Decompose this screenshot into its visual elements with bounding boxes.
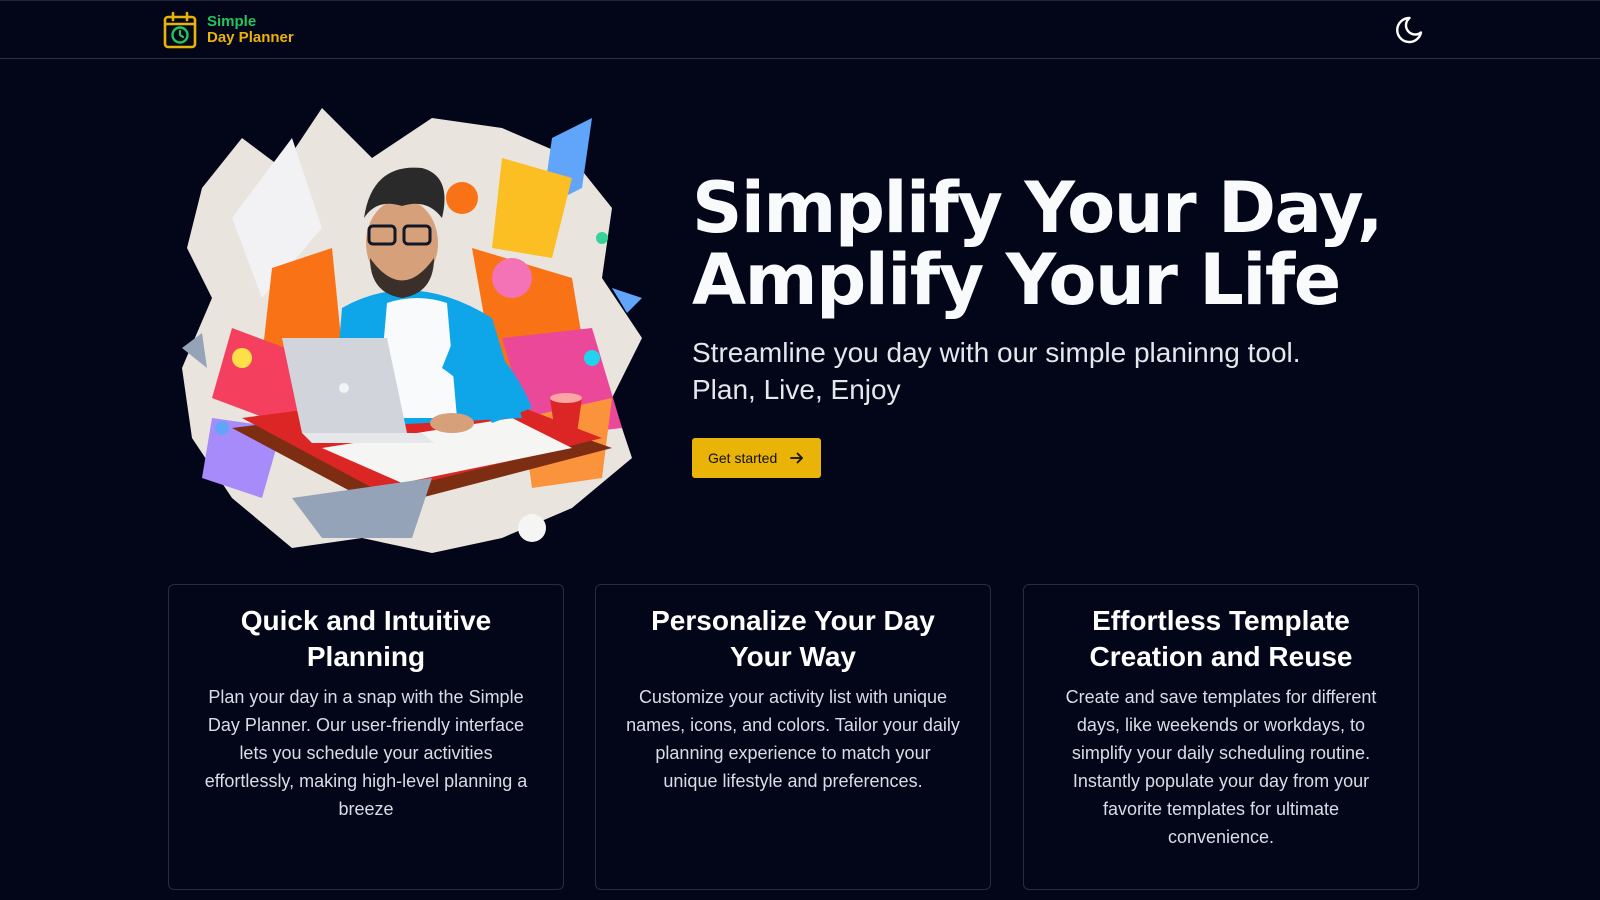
hero-subtitle-line1: Streamline you day with our simple plani… — [692, 337, 1301, 368]
feature-card-body: Create and save templates for different … — [1065, 687, 1377, 847]
feature-card-body: Customize your activity list with unique… — [626, 687, 960, 791]
get-started-button[interactable]: Get started — [692, 438, 822, 478]
arrow-right-icon — [790, 452, 804, 464]
logo-link[interactable]: Simple Day Planner — [163, 11, 294, 49]
top-navbar: Simple Day Planner — [0, 0, 1600, 59]
hero-subtitle-line2: Plan, Live, Enjoy — [692, 374, 901, 405]
feature-card-personalize: Personalize Your Day Your Way Customize … — [595, 584, 991, 890]
hero-title: Simplify Your Day, Amplify Your Life — [692, 172, 1392, 316]
logo-text-day-planner: Day Planner — [207, 29, 294, 46]
feature-card-title: Quick and Intuitive Planning — [240, 605, 492, 672]
feature-card-quick-planning: Quick and Intuitive Planning Plan your d… — [168, 584, 564, 890]
feature-card-body: Plan your day in a snap with the Simple … — [204, 687, 528, 819]
get-started-label: Get started — [708, 450, 778, 466]
hero-title-line2: Amplify Your Life — [692, 239, 1341, 321]
feature-card-templates: Effortless Template Creation and Reuse C… — [1023, 584, 1419, 890]
features-section: Quick and Intuitive Planning Plan your d… — [168, 584, 1419, 890]
feature-card-title: Personalize Your Day Your Way — [651, 605, 935, 672]
feature-card-title: Effortless Template Creation and Reuse — [1089, 605, 1353, 672]
logo-text: Simple Day Planner — [207, 14, 294, 46]
hero-illustration — [172, 98, 658, 563]
hero-subtitle: Streamline you day with our simple plani… — [692, 334, 1392, 408]
moon-icon — [1396, 16, 1423, 44]
theme-toggle-button[interactable] — [1394, 15, 1424, 45]
calendar-clock-icon — [163, 11, 197, 49]
hero-section: Simplify Your Day, Amplify Your Life Str… — [692, 172, 1392, 478]
logo-text-simple: Simple — [207, 13, 257, 30]
hero-title-line1: Simplify Your Day, — [692, 167, 1383, 249]
hero-illustration-graphic — [182, 108, 642, 553]
